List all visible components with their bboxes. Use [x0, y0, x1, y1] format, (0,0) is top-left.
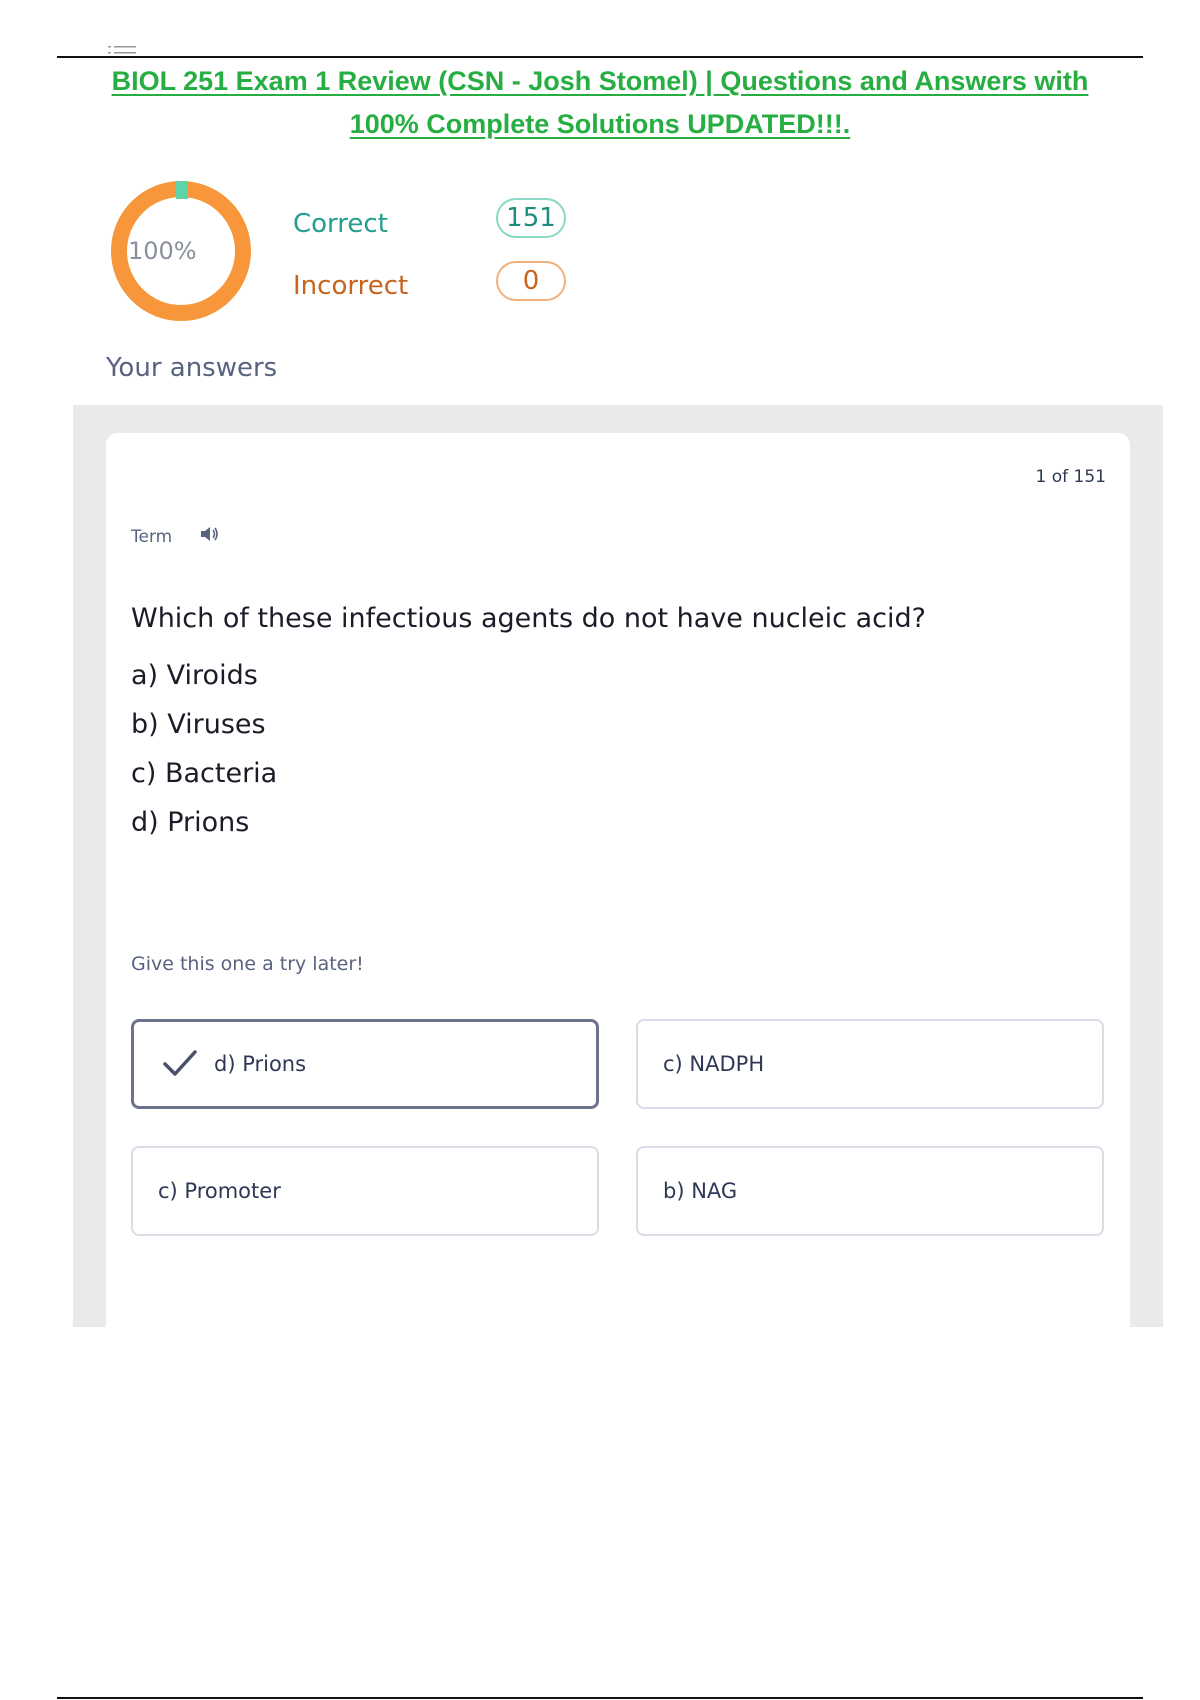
answer-choice-label: c) Promoter [158, 1179, 281, 1203]
question-card: 1 of 151 Term Which of these infectious … [106, 433, 1130, 1333]
score-percent: 100% [128, 237, 197, 265]
answer-choice-label: d) Prions [214, 1052, 307, 1076]
correct-count-badge: 151 [496, 198, 566, 238]
question-counter: 1 of 151 [1035, 467, 1106, 487]
incorrect-count-badge: 0 [496, 261, 566, 301]
option-item: a) Viroids [131, 660, 258, 691]
incorrect-count: 0 [522, 266, 540, 296]
answer-choice-selected[interactable]: d) Prions [131, 1019, 599, 1109]
top-rule [57, 56, 1143, 58]
try-later-hint: Give this one a try later! [131, 953, 364, 975]
option-item: d) Prions [131, 807, 250, 838]
answer-choice-label: c) NADPH [663, 1052, 765, 1076]
answer-choice[interactable]: c) NADPH [636, 1019, 1104, 1109]
answer-choice-label: b) NAG [663, 1179, 738, 1203]
answer-choice[interactable]: c) Promoter [131, 1146, 599, 1236]
list-icon [108, 46, 136, 54]
term-label: Term [131, 527, 173, 547]
question-text: Which of these infectious agents do not … [131, 603, 926, 634]
speaker-icon[interactable] [198, 523, 220, 545]
checkmark-icon [163, 1050, 197, 1076]
bottom-rule [57, 1697, 1143, 1699]
document-title[interactable]: BIOL 251 Exam 1 Review (CSN - Josh Stome… [90, 60, 1110, 146]
incorrect-label: Incorrect [293, 271, 409, 301]
correct-label: Correct [293, 209, 388, 239]
donut-start-marker [176, 181, 188, 199]
your-answers-heading: Your answers [106, 353, 278, 383]
option-item: c) Bacteria [131, 758, 278, 789]
answer-choice[interactable]: b) NAG [636, 1146, 1104, 1236]
correct-count: 151 [506, 203, 556, 233]
question-options: a) Viroids b) Viruses c) Bacteria d) Pri… [131, 651, 277, 847]
option-item: b) Viruses [131, 709, 266, 740]
